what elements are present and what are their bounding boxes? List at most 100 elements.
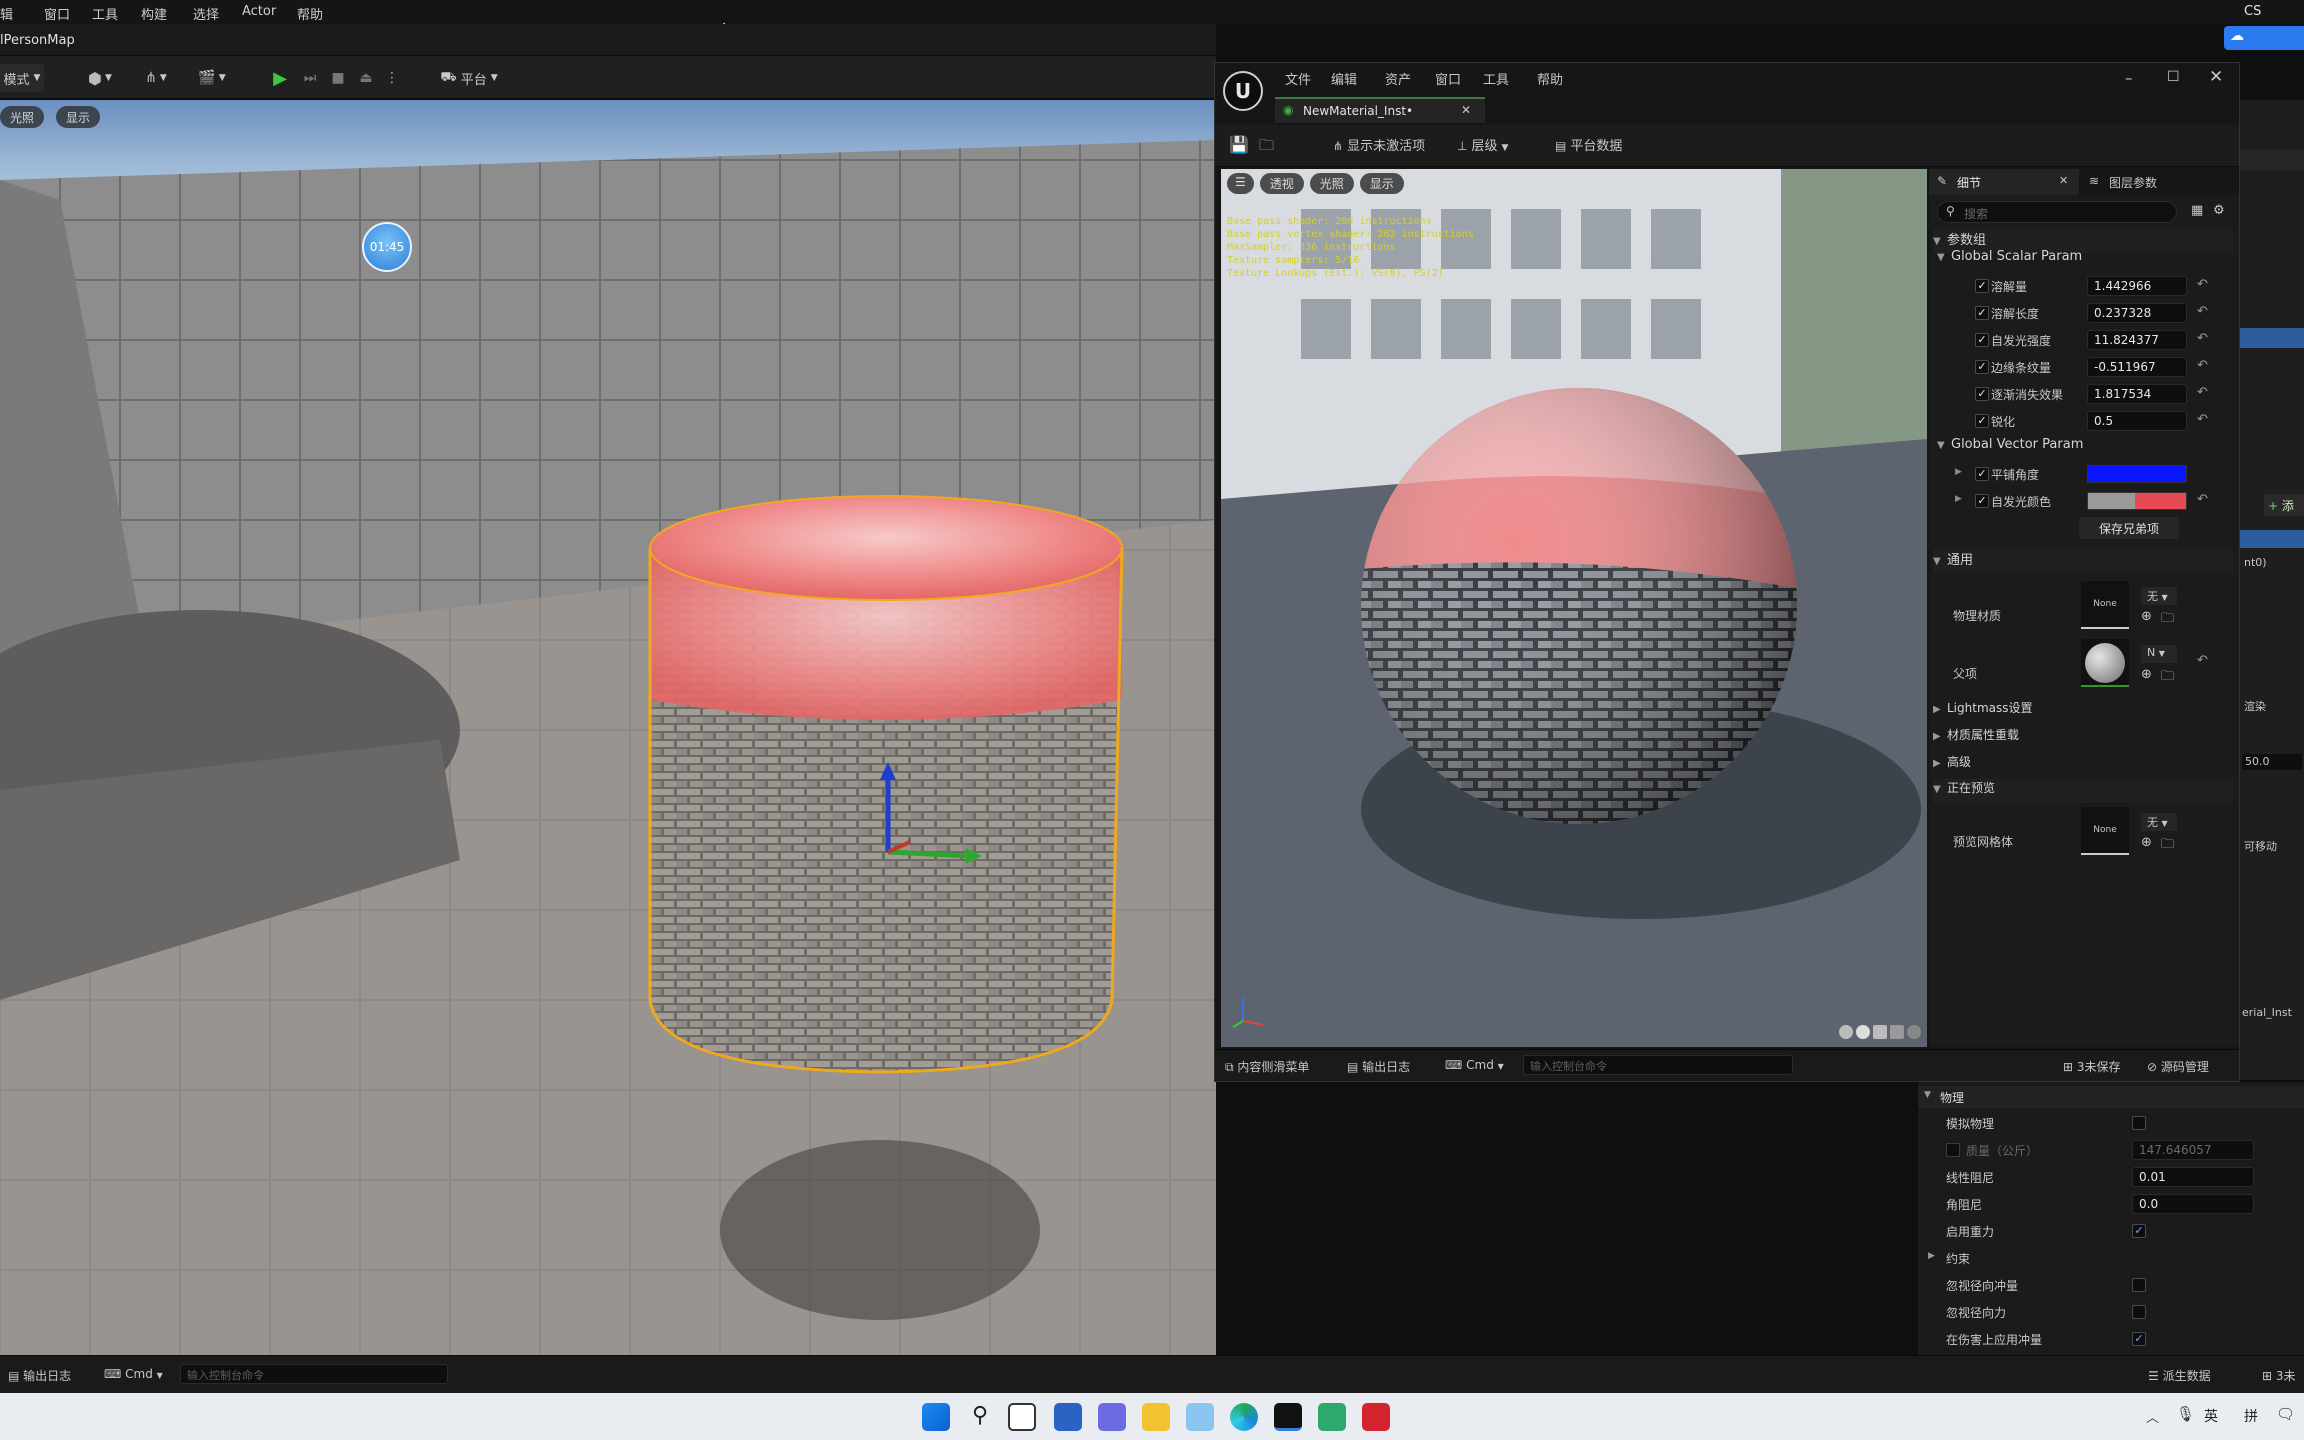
section-previewing[interactable]: ▼ 正在预览 [1933,779,2233,803]
parent-material-dropdown[interactable]: N ▼ [2141,645,2177,663]
file-explorer-icon[interactable] [1142,1403,1170,1431]
cmd-dropdown[interactable]: ⌨ Cmd ▼ [1445,1058,1504,1072]
mat-menu-edit[interactable]: 编辑 [1331,69,1357,88]
level-viewport[interactable]: 光照 显示 01:45 [0,100,1216,1355]
cmd-dropdown[interactable]: ⌨ Cmd ▼ [104,1367,163,1381]
mat-menu-asset[interactable]: 资产 [1385,69,1411,88]
preview-mesh-thumbnail[interactable]: None [2081,807,2129,855]
eject-button[interactable]: ⏏ [354,64,378,92]
preview-mesh-dropdown[interactable]: 无 ▼ [2141,813,2177,831]
angular-damping-field[interactable]: 0.0 [2132,1194,2254,1214]
save-siblings-button[interactable]: 保存兄弟项 [2079,517,2179,539]
menu-select[interactable]: 选择 [193,4,219,23]
preview-cube-icon[interactable] [1890,1025,1904,1039]
menu-help[interactable]: 帮助 [297,4,323,23]
section-general[interactable]: ▼ 通用 [1933,549,2233,573]
preview-perspective-chip[interactable]: 透视 [1259,173,1304,194]
level-tab[interactable]: lPersonMap [0,33,75,48]
recording-timer-badge[interactable]: 01:45 [362,222,412,272]
ignore-radial-force-checkbox[interactable] [2132,1305,2146,1319]
show-inactive-button[interactable]: ⋔ 显示未激活项 [1333,135,1425,154]
render-tab-fragment[interactable]: 渲染 [2244,698,2266,714]
use-selected-icon[interactable]: ⊕ [2141,609,2152,624]
unreal-engine-taskbar-icon[interactable] [1274,1403,1302,1431]
section-advanced[interactable]: ▶ 高级 [1933,753,2233,777]
section-material-override[interactable]: ▶ 材质属性重载 [1933,726,2233,750]
color-swatch[interactable] [2087,492,2187,510]
output-log-button[interactable]: ▤ 输出日志 [8,1367,71,1384]
step-button[interactable]: ⏭ [298,64,322,92]
value-field-fragment[interactable]: 50.0 [2242,754,2302,770]
ignore-radial-impulse-checkbox[interactable] [2132,1278,2146,1292]
param-enable-checkbox[interactable]: ✓ [1975,279,1989,293]
notification-icon[interactable]: 🗨 [2276,1405,2295,1423]
param-enable-checkbox[interactable]: ✓ [1975,360,1989,374]
mobility-movable-fragment[interactable]: 可移动 [2244,838,2277,854]
browse-asset-icon[interactable]: 🗀 [1259,135,1274,160]
apply-impulse-checkbox[interactable]: ✓ [2132,1332,2146,1346]
platform-dropdown[interactable]: ⛟ 平台 ▼ [434,64,504,92]
save-icon[interactable]: 💾 [1229,135,1249,154]
param-enable-checkbox[interactable]: ✓ [1975,414,1989,428]
details-tab[interactable]: ✎ 细节 ✕ [1929,169,2079,195]
material-preview-viewport[interactable]: ☰ 透视 光照 显示 Base pass shader: 286 instruc… [1221,169,1927,1047]
chevron-right-icon[interactable]: ▶ [1955,467,1962,477]
reset-arrow-icon[interactable]: ↶ [2197,653,2208,668]
reset-arrow-icon[interactable]: ↶ [2197,492,2208,507]
color-swatch[interactable] [2087,465,2187,483]
cinematics-button[interactable]: 🎬 ▼ [192,64,232,92]
param-enable-checkbox[interactable]: ✓ [1975,333,1989,347]
mat-menu-window[interactable]: 窗口 [1435,69,1461,88]
outliner-selected-row[interactable] [2240,328,2304,348]
constraints-row[interactable]: ▶ 约束 [1918,1245,2304,1271]
menu-window[interactable]: 窗口 [44,4,70,23]
cloud-sync-button[interactable]: ☁ [2224,26,2304,50]
close-tab-icon[interactable]: ✕ [2059,174,2068,187]
output-log-button[interactable]: ▤ 输出日志 [1347,1058,1410,1075]
minimize-icon[interactable]: – [2125,69,2133,87]
chevron-right-icon[interactable]: ▶ [1955,494,1962,504]
viewport-lighting-chip[interactable]: 光照 [0,106,45,128]
chevron-up-icon[interactable]: ︿ [2146,1407,2159,1426]
preview-cylinder-icon[interactable] [1839,1025,1853,1039]
close-window-icon[interactable]: ✕ [2209,67,2223,87]
param-value-field[interactable]: 11.824377 [2087,330,2187,350]
derived-data-button[interactable]: ☰ 派生数据 [2148,1367,2211,1384]
material-instance-tab[interactable]: ◉ NewMaterial_Inst• ✕ [1275,97,1485,123]
viewport-show-chip[interactable]: 显示 [56,106,101,128]
section-global-scalar[interactable]: ▼ Global Scalar Param [1933,249,2233,273]
enable-gravity-checkbox[interactable]: ✓ [2132,1224,2146,1238]
param-enable-checkbox[interactable]: ✓ [1975,467,1989,481]
use-selected-icon[interactable]: ⊕ [2141,835,2152,850]
mass-value-field[interactable]: 147.646057 [2132,1140,2254,1160]
param-value-field[interactable]: 0.237328 [2087,303,2187,323]
param-value-field[interactable]: 0.5 [2087,411,2187,431]
app-red-icon[interactable] [1362,1403,1390,1431]
browse-icon[interactable]: 🗀 [2161,835,2174,857]
layer-params-tab[interactable]: ≋ 图层参数 [2085,169,2235,195]
preview-show-chip[interactable]: 显示 [1359,173,1404,194]
play-options-button[interactable]: ⋮ [382,64,402,92]
add-actor-button[interactable]: ⬢ ▼ [80,64,120,92]
chat-icon[interactable] [1098,1403,1126,1431]
browse-icon[interactable]: 🗀 [2161,667,2174,689]
param-enable-checkbox[interactable]: ✓ [1975,494,1989,508]
unsaved-button[interactable]: ⊞ 3未 [2262,1367,2296,1384]
app-icon[interactable] [1186,1403,1214,1431]
phys-material-dropdown[interactable]: 无 ▼ [2141,587,2177,605]
preview-sphere-icon[interactable] [1856,1025,1870,1039]
play-button[interactable]: ▶ [266,64,294,92]
menu-edit[interactable]: 辑 [0,4,13,23]
hierarchy-dropdown[interactable]: ⊥ 层级 ▼ [1457,135,1508,154]
param-enable-checkbox[interactable]: ✓ [1975,306,1989,320]
mat-menu-help[interactable]: 帮助 [1537,69,1563,88]
content-drawer-button[interactable]: ⧉ 内容侧滑菜单 [1225,1058,1309,1075]
reset-arrow-icon[interactable]: ↶ [2197,277,2208,292]
physics-section-header[interactable]: ▼ 物理 [1918,1086,2304,1108]
edge-browser-icon[interactable] [1230,1403,1258,1431]
menu-build[interactable]: 构建 [141,4,167,23]
menu-tools[interactable]: 工具 [92,4,118,23]
phys-material-thumbnail[interactable]: None [2081,581,2129,629]
platform-data-button[interactable]: ▤ 平台数据 [1555,135,1622,154]
menu-actor[interactable]: Actor [242,4,276,19]
